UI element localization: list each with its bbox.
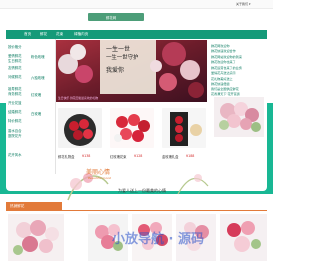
- top-strip: [0, 0, 273, 9]
- hot-product-image[interactable]: [8, 214, 64, 261]
- category-item[interactable]: 开业花篮: [8, 100, 22, 105]
- product-price: ¥188: [186, 154, 195, 158]
- main-nav: 首页 鲜花 花束 绿植内页: [6, 30, 267, 39]
- category-item[interactable]: 商务鲜花: [8, 91, 22, 96]
- product-price: ¥138: [82, 154, 91, 158]
- news-item[interactable]: 花香满天下·花开富贵: [211, 91, 240, 96]
- category-item[interactable]: 按价格分: [8, 44, 22, 49]
- product-price: ¥128: [134, 154, 143, 158]
- category-item[interactable]: 生日鲜花: [8, 58, 22, 63]
- category-item[interactable]: 六独玫瑰: [31, 75, 45, 80]
- category-item[interactable]: 问候鲜花: [8, 74, 22, 79]
- slogan-title: 美丽心情: [86, 169, 111, 176]
- watermark-text: 小放导航 · 源码: [112, 232, 204, 247]
- category-item[interactable]: 特价鲜花: [8, 118, 22, 123]
- news-item[interactable]: 爱情花卉送达演示: [211, 70, 236, 75]
- section-divider: [6, 210, 267, 211]
- category-item[interactable]: 红玫瑰: [31, 92, 41, 97]
- section-header: 热销鲜花: [6, 202, 62, 210]
- top-right-link[interactable]: 关于我们 ▾: [236, 2, 250, 6]
- product-card[interactable]: [58, 108, 102, 148]
- banner-line-2: 一生一世守护: [106, 55, 139, 61]
- category-item[interactable]: 庭院花卉: [8, 133, 22, 138]
- category-item[interactable]: 粉色玫瑰: [31, 54, 45, 59]
- nav-item-bouquets[interactable]: 花束: [56, 32, 63, 37]
- category-item[interactable]: 花卉风水: [8, 152, 22, 157]
- banner-caption: 生日快乐·鲜花闺蜜最喜欢的礼物: [58, 96, 99, 100]
- product-image: [58, 108, 102, 148]
- product-image: [162, 108, 206, 148]
- category-item[interactable]: 白玫瑰: [31, 111, 41, 116]
- nav-item-home[interactable]: 首页: [24, 32, 31, 37]
- news-list: 鲜花网欢迎你 鲜花快递欢迎合作 鲜花网站欢迎你的到来 鲜花欢迎你也来了 鲜花运营…: [211, 40, 267, 98]
- slogan-banner-art: [67, 173, 209, 201]
- product-image: [110, 108, 154, 148]
- site-logo[interactable]: 鲜花网: [88, 13, 144, 21]
- banner-line-3: 我爱你: [106, 67, 125, 74]
- nav-item-plants[interactable]: 绿植内页: [74, 32, 88, 37]
- category-item[interactable]: 结婚鲜花: [8, 109, 22, 114]
- product-name[interactable]: 鲜花礼物盒: [58, 154, 74, 159]
- news-item[interactable]: 鲜花快递欢迎合作: [211, 48, 236, 53]
- slogan-subtitle: Beautiful mood: [88, 176, 111, 180]
- logo-text: 鲜花网: [106, 16, 117, 20]
- banner-line-1: 一生一世: [106, 46, 131, 53]
- slogan-text: 为爱人送上一份最美的心情: [118, 188, 166, 193]
- hero-banner[interactable]: 一生一世 一生一世守护 我爱你 生日快乐·鲜花闺蜜最喜欢的礼物: [56, 40, 207, 102]
- section-title: 热销鲜花: [10, 204, 25, 208]
- product-card[interactable]: [162, 108, 206, 148]
- side-flower-image[interactable]: [214, 97, 264, 137]
- nav-item-flowers[interactable]: 鲜花: [40, 32, 47, 37]
- hot-product-image[interactable]: [220, 214, 267, 261]
- product-name[interactable]: 红玫瑰花束: [110, 154, 126, 159]
- news-item[interactable]: 鲜花欢迎你也来了: [211, 59, 236, 64]
- product-name[interactable]: 金玫瑰礼盒: [162, 154, 178, 159]
- category-item[interactable]: 友情鲜花: [8, 65, 22, 70]
- product-card[interactable]: [110, 108, 154, 148]
- banner-image: [56, 40, 207, 102]
